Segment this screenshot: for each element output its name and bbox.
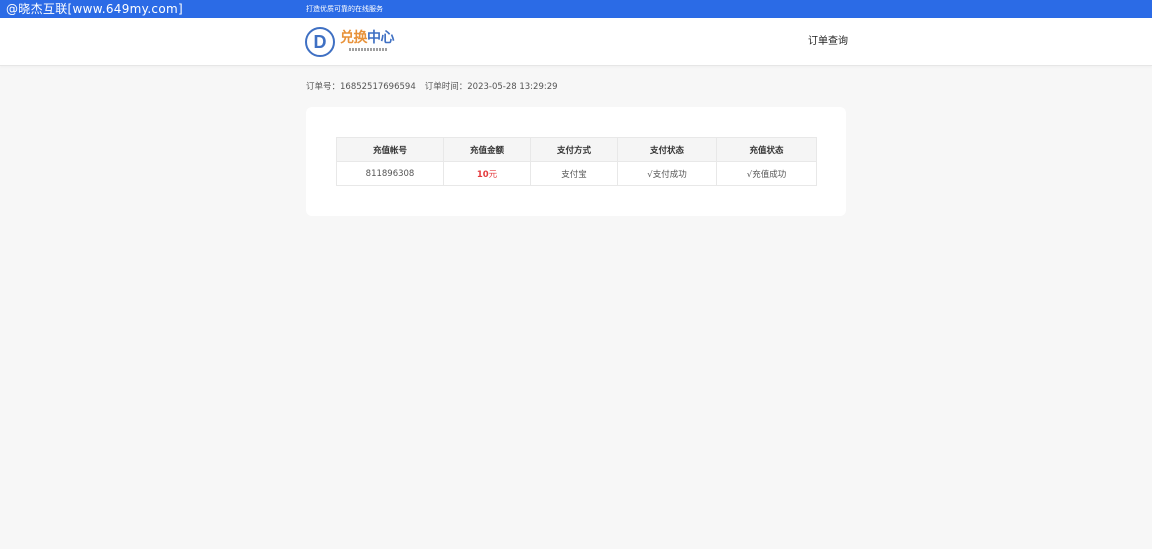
column-header-payment-status: 支付状态	[617, 137, 717, 162]
table-header-row: 充值帐号 充值金额 支付方式 支付状态 充值状态	[336, 137, 817, 162]
logo-title-part2: 中心	[367, 30, 395, 46]
order-card: 充值帐号 充值金额 支付方式 支付状态 充值状态 811896308 10元 支…	[306, 107, 846, 216]
logo-letter: D	[313, 32, 327, 52]
cell-account: 811896308	[336, 161, 444, 186]
cell-payment-status: √支付成功	[617, 161, 717, 186]
cell-payment-method: 支付宝	[530, 161, 618, 186]
top-banner: @晓杰互联[www.649my.com] 打造优质可靠的在线服务	[0, 0, 1152, 18]
logo-subtitle-decoration	[349, 48, 387, 51]
logo-title-part1: 兑换	[340, 30, 368, 46]
cell-amount: 10元	[443, 161, 531, 186]
cell-recharge-status: √充值成功	[716, 161, 817, 186]
column-header-recharge-status: 充值状态	[716, 137, 817, 162]
site-logo[interactable]: D 兑换中心	[305, 26, 400, 58]
order-time-label: 订单时间：	[424, 82, 468, 92]
amount-unit: 元	[488, 169, 498, 180]
watermark-text: @晓杰互联[www.649my.com]	[6, 2, 183, 16]
site-slogan: 打造优质可靠的在线服务	[306, 5, 383, 13]
column-header-payment-method: 支付方式	[530, 137, 618, 162]
table-row: 811896308 10元 支付宝 √支付成功 √充值成功	[336, 161, 817, 186]
order-table: 充值帐号 充值金额 支付方式 支付状态 充值状态 811896308 10元 支…	[336, 137, 817, 186]
column-header-amount: 充值金额	[443, 137, 531, 162]
order-time-value: 2023-05-28 13:29:29	[467, 82, 558, 92]
nav-order-query-link[interactable]: 订单查询	[808, 35, 848, 49]
order-no-label: 订单号：	[306, 82, 341, 92]
site-header: D 兑换中心 订单查询	[0, 18, 1152, 66]
order-no-value: 16852517696594	[340, 82, 416, 92]
column-header-account: 充值帐号	[336, 137, 444, 162]
amount-value: 10	[476, 169, 489, 180]
order-meta: 订单号：16852517696594 订单时间：2023-05-28 13:29:…	[306, 81, 558, 93]
logo-title: 兑换中心	[340, 30, 395, 46]
logo-icon: D	[305, 27, 335, 57]
